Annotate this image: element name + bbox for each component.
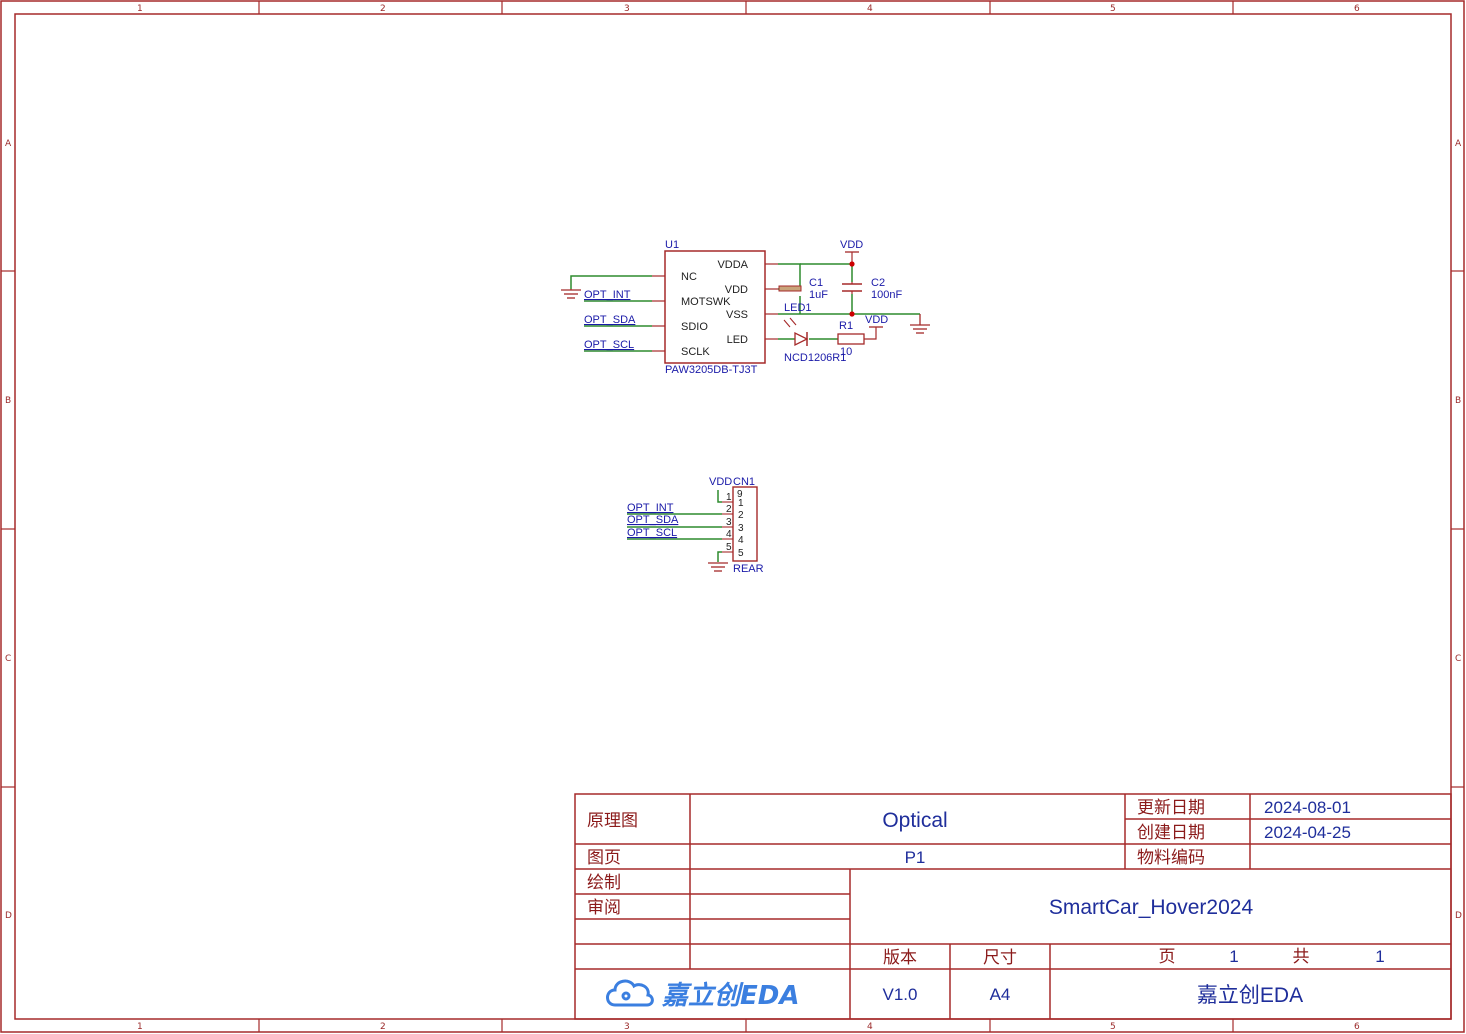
led1-value: NCD1206R1 — [784, 352, 846, 364]
u1-pin-nc: NC — [681, 271, 697, 283]
u1-pin-sdio: SDIO — [681, 321, 708, 333]
version-value: V1.0 — [883, 985, 918, 1004]
row-label-d: D — [5, 911, 12, 921]
row-label-c-right: C — [1455, 654, 1461, 664]
u1-pin-vdd: VDD — [725, 284, 748, 296]
col-label-2-bottom: 2 — [380, 1022, 386, 1032]
net-label-opt-sda: OPT_SDA — [627, 514, 679, 526]
col-label-5-bottom: 5 — [1110, 1022, 1116, 1032]
gnd-icon — [708, 562, 728, 572]
cn1-pin-left-2: 2 — [726, 504, 732, 515]
c2-capacitor[interactable]: C2 100nF — [842, 277, 902, 301]
cn1-pin-left-1: 1 — [726, 492, 732, 503]
page-no-value: 1 — [1229, 947, 1238, 966]
col-label-6-bottom: 6 — [1354, 1022, 1360, 1032]
u1-right-pin-lines — [765, 263, 778, 340]
net-label-opt-scl: OPT_SCL — [627, 527, 677, 539]
vdd-label: VDD — [840, 239, 863, 251]
cn1-pin-4: 4 — [738, 535, 744, 546]
updated-date: 2024-08-01 — [1264, 798, 1351, 817]
net-label-opt-scl: OPT_SCL — [584, 339, 634, 351]
cn1-pin-left-3: 3 — [726, 517, 732, 528]
led1-diode[interactable]: LED1 NCD1206R1 — [783, 302, 846, 364]
cloud-icon — [606, 979, 654, 1007]
r1-ref: R1 — [839, 320, 853, 332]
jlc-eda-logo: 嘉立创EDA — [606, 979, 799, 1011]
u1-component[interactable]: U1 PAW3205DB-TJ3T NC MOTSWK SDIO SCLK VD… — [652, 239, 778, 376]
cn1-pin-left-5: 5 — [726, 542, 732, 553]
col-label-4-bottom: 4 — [867, 1022, 873, 1032]
vdd-power-flag: VDD — [840, 239, 863, 264]
r1-resistor[interactable]: R1 10 VDD — [837, 314, 888, 358]
col-label-6: 6 — [1354, 4, 1360, 14]
created-label: 创建日期 — [1137, 823, 1205, 843]
col-label-4: 4 — [867, 4, 873, 14]
updated-label: 更新日期 — [1137, 798, 1205, 818]
schematic-label: 原理图 — [587, 811, 638, 831]
page-label: 图页 — [587, 848, 621, 868]
cn1-wires[interactable] — [627, 490, 722, 562]
col-label-2: 2 — [380, 4, 386, 14]
company-name: 嘉立创EDA — [1197, 984, 1303, 1007]
total-label: 共 — [1293, 947, 1310, 967]
cn1-pin-1: 1 — [738, 498, 744, 509]
led1-ref: LED1 — [784, 302, 812, 314]
size-label: 尺寸 — [983, 948, 1017, 968]
u1-pin-motswk: MOTSWK — [681, 296, 731, 308]
cn1-connector[interactable]: VDD CN1 REAR 9 1 2 3 4 5 1 2 3 4 5 — [709, 476, 764, 575]
c1-capacitor[interactable]: C1 1uF — [778, 277, 828, 301]
project-name: SmartCar_Hover2024 — [1049, 896, 1254, 919]
logo-text: 嘉立创EDA — [661, 981, 799, 1011]
row-label-b: B — [5, 396, 11, 406]
col-label-1: 1 — [137, 4, 143, 14]
size-value: A4 — [990, 985, 1011, 1004]
net-label-opt-int: OPT_INT — [627, 502, 674, 514]
row-label-a-right: A — [1455, 139, 1462, 149]
version-label: 版本 — [883, 948, 917, 968]
cn1-value: REAR — [733, 563, 764, 575]
created-date: 2024-04-25 — [1264, 823, 1351, 842]
net-label-opt-sda: OPT_SDA — [584, 314, 636, 326]
u1-value: PAW3205DB-TJ3T — [665, 364, 758, 376]
cn1-ref: CN1 — [733, 476, 755, 488]
gnd-icon — [561, 289, 581, 299]
drawn-label: 绘制 — [587, 873, 621, 893]
row-label-d-right: D — [1455, 911, 1462, 921]
row-label-a: A — [5, 139, 12, 149]
row-label-b-right: B — [1455, 396, 1461, 406]
c1-ref: C1 — [809, 277, 823, 289]
page-value: P1 — [905, 848, 926, 867]
c2-ref: C2 — [871, 277, 885, 289]
total-value: 1 — [1375, 947, 1384, 966]
col-label-3: 3 — [624, 4, 630, 14]
cn1-pin-left-4: 4 — [726, 529, 732, 540]
row-label-c: C — [5, 654, 11, 664]
net-label-opt-int: OPT_INT — [584, 289, 631, 301]
r1-value: 10 — [840, 346, 852, 358]
cn1-pin-2: 2 — [738, 510, 744, 521]
u1-ref: U1 — [665, 239, 679, 251]
vdd-label: VDD — [709, 476, 732, 488]
col-label-3-bottom: 3 — [624, 1022, 630, 1032]
col-label-5: 5 — [1110, 4, 1116, 14]
gnd-icon — [910, 314, 930, 334]
vdd-label: VDD — [865, 314, 888, 326]
u1-pin-vdda: VDDA — [717, 259, 748, 271]
u1-pin-vss: VSS — [726, 309, 748, 321]
material-code-label: 物料编码 — [1137, 848, 1205, 868]
page-no-label: 页 — [1159, 947, 1176, 967]
c1-value: 1uF — [809, 289, 828, 301]
c1-body[interactable] — [778, 285, 802, 292]
review-label: 审阅 — [587, 898, 621, 918]
u1-pin-led: LED — [727, 334, 748, 346]
schematic-name: Optical — [882, 809, 947, 832]
cn1-pin-3: 3 — [738, 523, 744, 534]
col-label-1-bottom: 1 — [137, 1022, 143, 1032]
cn1-pin-5: 5 — [738, 548, 744, 559]
c2-value: 100nF — [871, 289, 902, 301]
u1-left-pin-lines — [652, 275, 665, 352]
schematic-sheet: 1 2 3 4 5 6 1 2 3 4 5 6 A B C D A B C D … — [0, 0, 1465, 1033]
u1-pin-sclk: SCLK — [681, 346, 710, 358]
